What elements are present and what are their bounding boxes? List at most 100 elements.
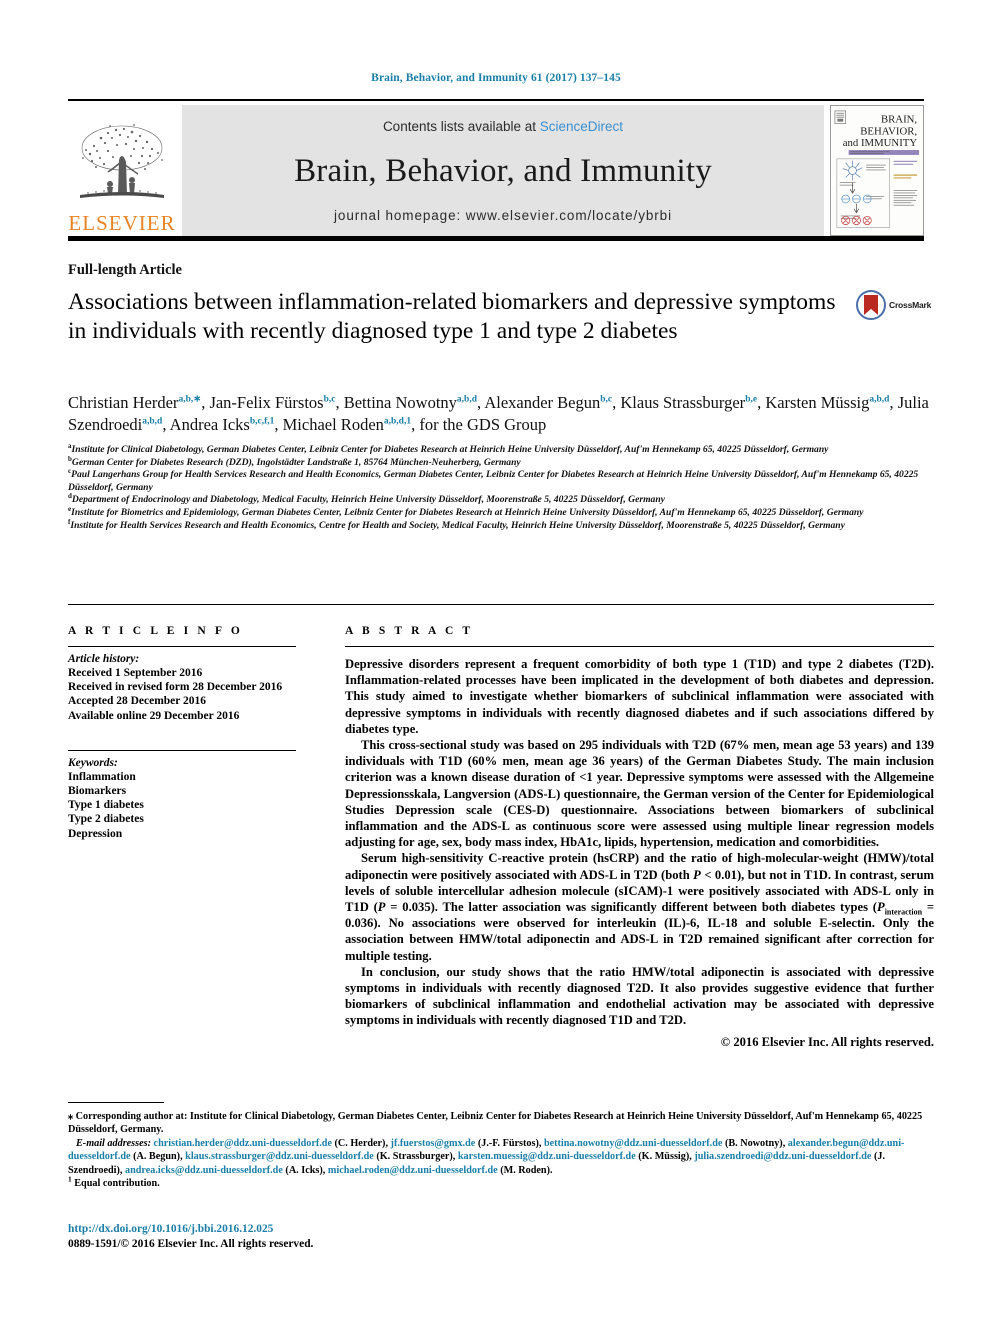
author-name: Jan-Felix Fürstos bbox=[209, 393, 324, 412]
abstract-paragraph: In conclusion, our study shows that the … bbox=[345, 964, 934, 1028]
email-person: (K. Strassburger) bbox=[376, 1151, 453, 1163]
svg-text:BRAIN,: BRAIN, bbox=[881, 114, 917, 126]
author-entry: Karsten Müssiga,b,d bbox=[765, 393, 889, 412]
email-person: (C. Herder) bbox=[334, 1137, 386, 1149]
crossmark-badge[interactable]: CrossMark bbox=[856, 288, 934, 322]
keywords-rule bbox=[68, 749, 296, 751]
affiliation-text: Institute for Health Services Research a… bbox=[70, 519, 845, 531]
contents-available-line: Contents lists available at ScienceDirec… bbox=[383, 119, 623, 134]
article-history-label: Article history: bbox=[68, 653, 140, 665]
author-name: Michael Roden bbox=[282, 414, 384, 434]
affiliation-item: dDepartment of Endocrinology and Diabeto… bbox=[68, 493, 934, 507]
author-name: Bettina Nowotny bbox=[343, 393, 457, 412]
equal-contribution-note: 1 Equal contribution. bbox=[68, 1175, 934, 1190]
corresponding-author-note: ⁎ Corresponding author at: Institute for… bbox=[68, 1111, 923, 1136]
history-item: Accepted 28 December 2016 bbox=[68, 695, 207, 708]
affiliation-item: eInstitute for Biometrics and Epidemiolo… bbox=[68, 505, 934, 520]
crossmark-label: CrossMark bbox=[889, 300, 932, 310]
author-affiliation-marks: a,b,d bbox=[142, 416, 163, 426]
author-affiliation-marks: b,c bbox=[323, 394, 336, 405]
keywords-block: Keywords: Inflammation Biomarkers Type 1… bbox=[68, 749, 318, 841]
email-link[interactable]: karsten.muessig@ddz.uni-duesseldorf.de bbox=[458, 1151, 636, 1162]
footnote-section: ⁎ Corresponding author at: Institute for… bbox=[68, 1110, 934, 1190]
email-link[interactable]: andrea.icks@ddz.uni-duesseldorf.de bbox=[125, 1165, 283, 1176]
email-person: (A. Begun) bbox=[133, 1151, 181, 1163]
email-addresses-block: E-mail addresses: christian.herder@ddz.u… bbox=[68, 1137, 905, 1176]
abstract-text-run: = 0.035). The latter association was sig… bbox=[385, 900, 877, 915]
journal-title: Brain, Behavior, and Immunity bbox=[294, 152, 712, 189]
elsevier-wordmark: ELSEVIER bbox=[68, 211, 176, 235]
affiliation-item: bGerman Center for Diabetes Research (DZ… bbox=[68, 455, 934, 470]
abstract-body: Depressive disorders represent a frequen… bbox=[345, 656, 934, 1050]
affiliation-text: Institute for Clinical Diabetology, Germ… bbox=[71, 444, 829, 455]
abstract-paragraph: This cross-sectional study was based on … bbox=[345, 738, 934, 850]
author-affiliation-marks: a,b,∗ bbox=[178, 394, 202, 405]
author-affiliation-marks: a,b,d,1 bbox=[383, 416, 412, 426]
keyword-item: Type 1 diabetes bbox=[68, 799, 144, 812]
author-entry: Andrea Icksb,c,f,1 bbox=[170, 415, 275, 434]
svg-text:BEHAVIOR,: BEHAVIOR, bbox=[860, 125, 917, 137]
elsevier-tree-icon bbox=[74, 116, 170, 212]
history-item: Received in revised form 28 December 201… bbox=[68, 681, 283, 694]
email-person: (B. Nowotny) bbox=[724, 1137, 783, 1149]
email-link[interactable]: jf.fuerstos@gmx.de bbox=[391, 1138, 476, 1149]
author-separator: , bbox=[162, 414, 170, 434]
abstract-copyright: © 2016 Elsevier Inc. All rights reserved… bbox=[720, 1034, 934, 1049]
affiliation-text: Department of Endocrinology and Diabetol… bbox=[71, 494, 665, 506]
svg-text:and IMMUNITY: and IMMUNITY bbox=[843, 137, 918, 149]
publication-footer: http://dx.doi.org/10.1016/j.bbi.2016.12.… bbox=[68, 1222, 313, 1252]
author-entry: Michael Rodena,b,d,1 bbox=[283, 415, 411, 434]
contents-prefix-text: Contents lists available at bbox=[382, 119, 540, 134]
cover-artwork-icon: BRAIN, BEHAVIOR, and IMMUNITY bbox=[831, 106, 923, 235]
crossmark-icon bbox=[856, 290, 886, 320]
abstract-paragraph: Depressive disorders represent a frequen… bbox=[345, 657, 934, 736]
author-entry: Christian Herdera,b,∗ bbox=[68, 393, 201, 412]
author-name: Christian Herder bbox=[68, 393, 179, 412]
author-affiliation-marks: a,b,d bbox=[869, 394, 890, 405]
masthead-bottom-rule bbox=[68, 236, 924, 241]
p-value-symbol: P bbox=[377, 900, 386, 915]
author-name: Karsten Müssig bbox=[765, 393, 870, 412]
keyword-item: Biomarkers bbox=[68, 785, 127, 798]
masthead-center-panel: Contents lists available at ScienceDirec… bbox=[182, 105, 824, 236]
email-person: (M. Roden) bbox=[500, 1164, 550, 1176]
p-value-symbol: P bbox=[876, 900, 885, 915]
history-item: Received 1 September 2016 bbox=[68, 667, 203, 679]
author-name: Andrea Icks bbox=[169, 414, 250, 434]
author-entry: Bettina Nowotnya,b,d bbox=[344, 393, 477, 412]
email-link[interactable]: julia.szendroedi@ddz.uni-duesseldorf.de bbox=[694, 1151, 871, 1162]
email-link[interactable]: bettina.nowotny@ddz.uni-duesseldorf.de bbox=[544, 1138, 722, 1149]
page-title: Associations between inflammation-relate… bbox=[68, 289, 836, 344]
running-head: Brain, Behavior, and Immunity 61 (2017) … bbox=[371, 72, 621, 84]
affiliation-item: fInstitute for Health Services Research … bbox=[68, 518, 934, 533]
doi-link[interactable]: http://dx.doi.org/10.1016/j.bbi.2016.12.… bbox=[68, 1222, 313, 1237]
author-affiliation-marks: b,e bbox=[745, 394, 758, 405]
author-entry: Klaus Strassburgerb,e bbox=[620, 393, 757, 412]
author-affiliation-marks: a,b,d bbox=[456, 394, 477, 405]
abstract-section: A B S T R A C T Depressive disorders rep… bbox=[345, 625, 934, 1050]
sciencedirect-link[interactable]: ScienceDirect bbox=[540, 119, 623, 134]
issn-copyright-line: 0889-1591/© 2016 Elsevier Inc. All right… bbox=[68, 1238, 314, 1250]
journal-cover-thumbnail[interactable]: BRAIN, BEHAVIOR, and IMMUNITY bbox=[830, 105, 924, 236]
keyword-item: Type 2 diabetes bbox=[68, 813, 144, 826]
abstract-rule bbox=[345, 646, 934, 647]
masthead-top-rule bbox=[68, 99, 924, 101]
journal-homepage-link[interactable]: journal homepage: www.elsevier.com/locat… bbox=[334, 208, 672, 223]
email-person: (K. Müssig) bbox=[638, 1151, 690, 1163]
email-link[interactable]: christian.herder@ddz.uni-duesseldorf.de bbox=[154, 1138, 332, 1149]
footnote-rule bbox=[68, 1102, 164, 1103]
article-first-page: Brain, Behavior, and Immunity 61 (2017) … bbox=[0, 0, 992, 1323]
affiliation-text: German Center for Diabetes Research (DZD… bbox=[71, 456, 521, 468]
affiliation-text: Paul Langerhans Group for Health Service… bbox=[68, 469, 919, 493]
email-person: (A. Icks) bbox=[285, 1164, 323, 1176]
author-entry: Jan-Felix Fürstosb,c bbox=[209, 393, 335, 412]
info-section-top-rule bbox=[68, 604, 934, 605]
abstract-paragraph: Serum high-sensitivity C-reactive protei… bbox=[345, 850, 934, 963]
affiliation-text: Institute for Biometrics and Epidemiolog… bbox=[71, 506, 864, 518]
email-link[interactable]: klaus.strassburger@ddz.uni-duesseldorf.d… bbox=[185, 1151, 374, 1162]
article-info-section: A R T I C L E I N F O Article history: R… bbox=[68, 625, 318, 841]
email-link[interactable]: michael.roden@ddz.uni-duesseldorf.de bbox=[328, 1165, 498, 1176]
abstract-heading: A B S T R A C T bbox=[345, 625, 474, 637]
affiliation-item: aInstitute for Clinical Diabetology, Ger… bbox=[68, 442, 934, 457]
author-name: Klaus Strassburger bbox=[620, 393, 746, 412]
